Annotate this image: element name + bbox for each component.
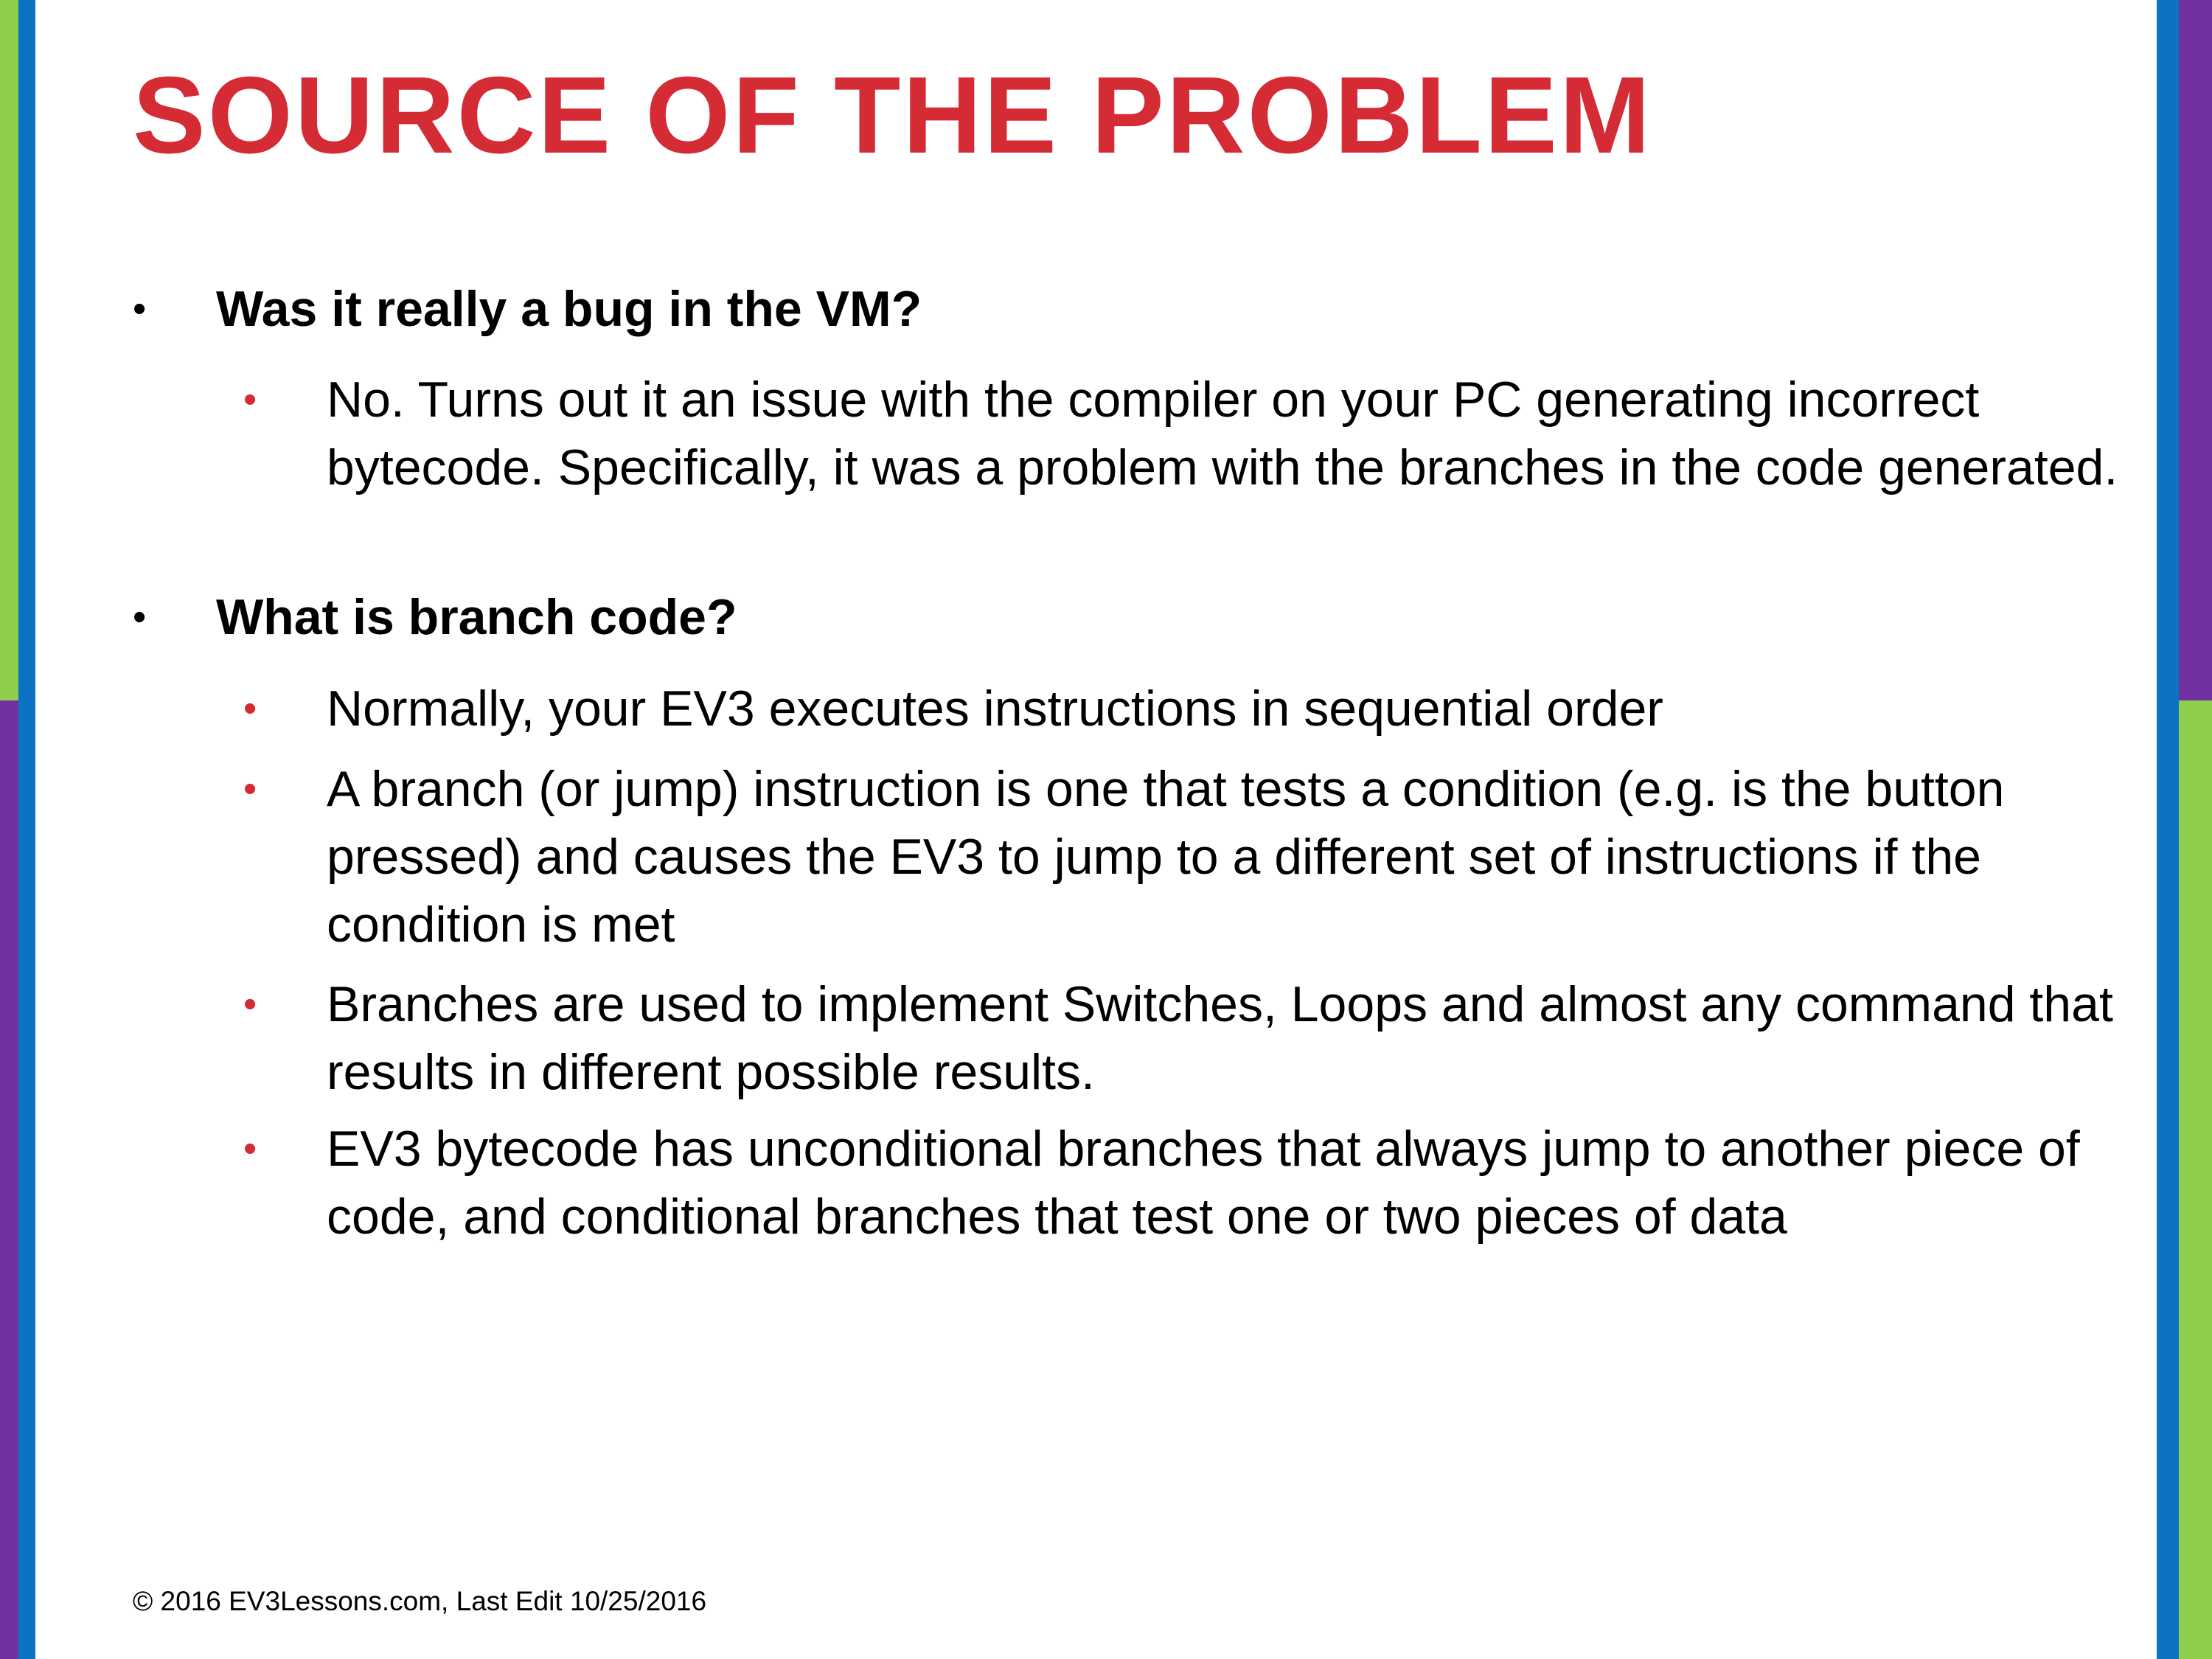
right-accent-bar-outer xyxy=(2179,0,2212,1659)
bullet-marker: • xyxy=(133,596,147,639)
list-item-text: Was it really a bug in the VM? xyxy=(216,281,922,337)
sub-bullet-marker: • xyxy=(243,768,257,810)
bullet-marker: • xyxy=(133,288,147,330)
sub-bullet-marker: • xyxy=(243,983,257,1026)
list-item-text: A branch (or jump) instruction is one th… xyxy=(327,761,2005,953)
slide: SOURCE OF THE PROBLEM • Was it really a … xyxy=(0,0,2212,1659)
right-green-segment xyxy=(2179,700,2212,1659)
left-green-segment xyxy=(0,0,18,700)
right-blue-bar xyxy=(2157,0,2179,1659)
left-blue-bar xyxy=(18,0,35,1659)
copyright-footer: © 2016 EV3Lessons.com, Last Edit 10/25/2… xyxy=(133,1586,707,1616)
list-item-text: No. Turns out it an issue with the compi… xyxy=(327,372,2118,495)
list-item-text: EV3 bytecode has unconditional branches … xyxy=(327,1121,2080,1245)
left-accent-bar-outer xyxy=(0,0,18,1659)
left-purple-segment xyxy=(0,700,18,1659)
list-item-text: Branches are used to implement Switches,… xyxy=(327,976,2113,1100)
sub-bullet-marker: • xyxy=(243,687,257,730)
sub-bullet-marker: • xyxy=(243,378,257,421)
list-item-text: Normally, your EV3 executes instructions… xyxy=(327,681,1663,737)
right-purple-segment xyxy=(2179,0,2212,700)
list-item-text: What is branch code? xyxy=(216,589,737,645)
sub-bullet-marker: • xyxy=(243,1127,257,1170)
slide-title: SOURCE OF THE PROBLEM xyxy=(133,55,1653,176)
